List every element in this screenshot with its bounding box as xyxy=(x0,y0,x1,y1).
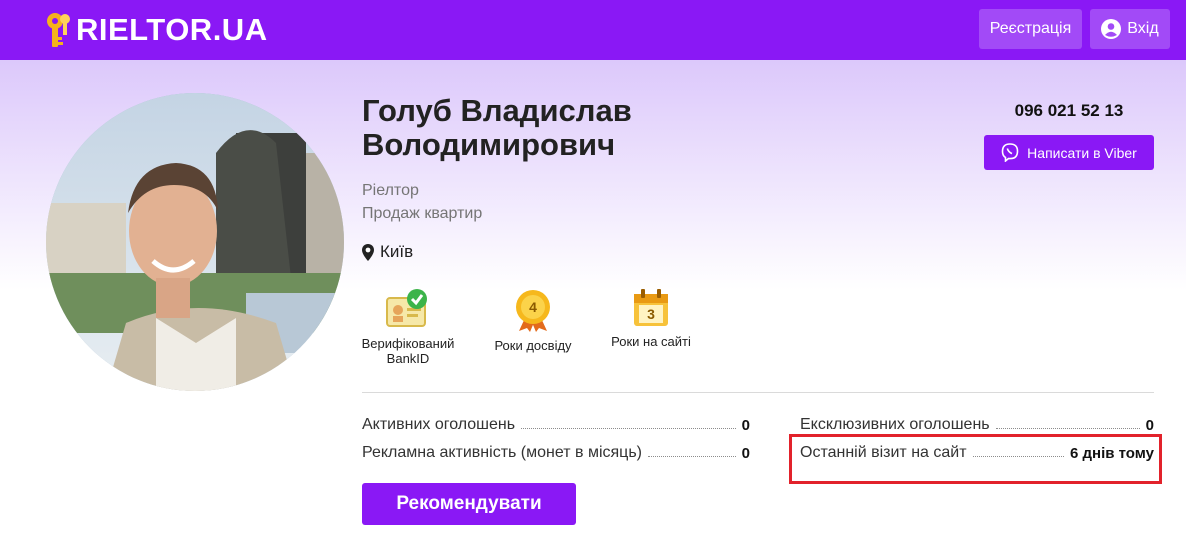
stat-value: 0 xyxy=(741,445,750,462)
badge-verified-label: Верифікований BankID xyxy=(361,336,455,366)
badge-years-on-site-label: Роки на сайті xyxy=(611,334,691,349)
phone-number[interactable]: 096 021 52 13 xyxy=(984,101,1154,121)
viber-button[interactable]: Написати в Viber xyxy=(984,135,1154,170)
last-visit-highlight-box xyxy=(789,434,1162,484)
viber-label: Написати в Viber xyxy=(1027,144,1137,161)
site-logo[interactable]: RIELTOR.UA xyxy=(44,10,268,50)
top-header: RIELTOR.UA Реєстрація Вхід xyxy=(0,0,1186,60)
badge-experience-label: Роки досвіду xyxy=(494,338,572,353)
stat-dots xyxy=(648,456,736,457)
badge-experience: 4 Роки досвіду xyxy=(478,288,588,353)
logo-text: RIELTOR.UA xyxy=(76,12,268,47)
avatar xyxy=(46,93,344,391)
login-button[interactable]: Вхід xyxy=(1090,9,1170,49)
calendar-icon: 3 xyxy=(634,289,668,326)
stat-active-listings: Активних оголошень 0 xyxy=(362,414,750,434)
recommend-button[interactable]: Рекомендувати xyxy=(362,483,576,525)
user-icon xyxy=(1101,19,1122,39)
location-pin-icon xyxy=(362,243,374,261)
key-logo-icon xyxy=(47,13,70,47)
stat-value: 0 xyxy=(741,417,750,434)
stat-ad-activity: Рекламна активність (монет в місяць) 0 xyxy=(362,442,750,462)
city-label: Київ xyxy=(380,242,414,261)
years-on-site-value: 3 xyxy=(647,306,655,322)
verified-bankid-icon xyxy=(386,289,427,327)
realtor-name: Голуб Владислав Володимирович xyxy=(362,93,632,162)
realtor-city: Київ xyxy=(362,242,413,262)
badge-years-on-site: 3 Роки на сайті xyxy=(598,288,704,349)
realtor-role: Ріелтор xyxy=(362,182,419,199)
stat-label: Рекламна активність (монет в місяць) xyxy=(362,444,642,461)
section-divider xyxy=(362,392,1154,393)
viber-icon xyxy=(1001,143,1019,162)
realtor-specialization: Продаж квартир xyxy=(362,205,483,222)
experience-value: 4 xyxy=(529,299,537,315)
stat-dots xyxy=(521,428,736,429)
stat-value: 0 xyxy=(1145,417,1154,434)
register-button[interactable]: Реєстрація xyxy=(979,9,1082,49)
stat-dots xyxy=(995,428,1140,429)
stat-exclusive-listings: Ексклюзивних оголошень 0 xyxy=(800,414,1154,434)
login-label: Вхід xyxy=(1127,20,1159,37)
stat-label: Ексклюзивних оголошень xyxy=(800,416,990,433)
stat-label: Активних оголошень xyxy=(362,416,516,433)
badge-verified-bankid: Верифікований BankID xyxy=(350,288,466,366)
medal-icon: 4 xyxy=(516,290,550,332)
